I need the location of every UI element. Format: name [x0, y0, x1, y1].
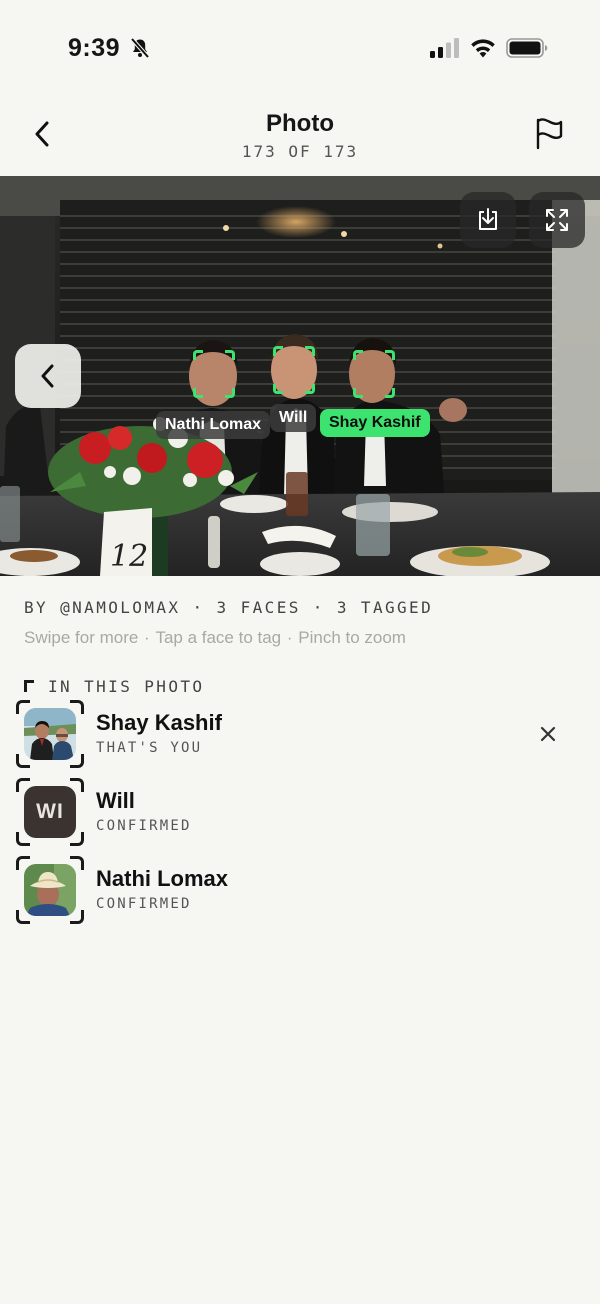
page-title: Photo: [266, 110, 334, 137]
avatar-frame: [16, 700, 84, 768]
report-button[interactable]: [530, 114, 568, 152]
section-title: IN THIS PHOTO: [48, 677, 205, 696]
face-box-will[interactable]: [273, 346, 315, 394]
person-name: Shay Kashif: [96, 710, 222, 735]
person-status: CONFIRMED: [96, 896, 192, 912]
svg-text:12: 12: [110, 539, 148, 574]
status-time: 9:39: [68, 34, 121, 62]
hint-pinch: Pinch to zoom: [298, 628, 406, 647]
photo-viewer[interactable]: 12 Nathi Lomax Will Shay Kashif: [0, 176, 600, 576]
person-name: Nathi Lomax: [96, 866, 229, 891]
signal-icon: [430, 38, 459, 58]
chevron-left-icon: [41, 364, 54, 388]
avatar-frame: [16, 856, 84, 924]
avatar-initials: WI: [24, 786, 76, 838]
download-icon: [479, 208, 497, 230]
face-box-shay[interactable]: [353, 350, 395, 398]
remove-tag-button[interactable]: [534, 720, 562, 748]
avatar: [24, 708, 76, 760]
person-row-shay[interactable]: Shay Kashif THAT'S YOU: [16, 700, 576, 768]
wifi-icon: [471, 39, 495, 58]
person-status: THAT'S YOU: [96, 740, 203, 756]
nav-header: Photo 173 OF 173: [0, 96, 600, 176]
hint-tap: Tap a face to tag: [155, 628, 282, 647]
person-name: Will: [96, 788, 135, 813]
section-bracket: [24, 680, 34, 692]
close-icon: [540, 726, 556, 742]
battery-icon: [506, 38, 548, 58]
face-tag-nathi[interactable]: Nathi Lomax: [156, 411, 271, 439]
fullscreen-icon: [546, 209, 568, 231]
fullscreen-button[interactable]: [529, 192, 585, 248]
status-bar: 9:39: [0, 0, 600, 96]
avatar: [24, 864, 76, 916]
person-status: CONFIRMED: [96, 818, 192, 834]
table-number-card: 12: [100, 508, 152, 576]
photo-byline: BY @NAMOLOMAX · 3 FACES · 3 TAGGED: [24, 598, 434, 617]
avatar-frame: WI: [16, 778, 84, 846]
photo-counter: 173 OF 173: [241, 142, 359, 161]
person-row-will[interactable]: WI Will CONFIRMED: [16, 778, 576, 846]
hint-swipe: Swipe for more: [24, 628, 139, 647]
person-row-nathi[interactable]: Nathi Lomax CONFIRMED: [16, 856, 576, 924]
face-tag-shay[interactable]: Shay Kashif: [320, 409, 430, 437]
download-button[interactable]: [460, 192, 516, 248]
face-box-nathi[interactable]: [193, 350, 235, 398]
gesture-hints: Swipe for more · Tap a face to tag · Pin…: [24, 628, 406, 647]
bell-slash-icon: [130, 37, 150, 59]
face-tag-will[interactable]: Will: [270, 404, 317, 432]
flag-icon: [536, 118, 563, 150]
previous-photo-button[interactable]: [15, 344, 81, 408]
